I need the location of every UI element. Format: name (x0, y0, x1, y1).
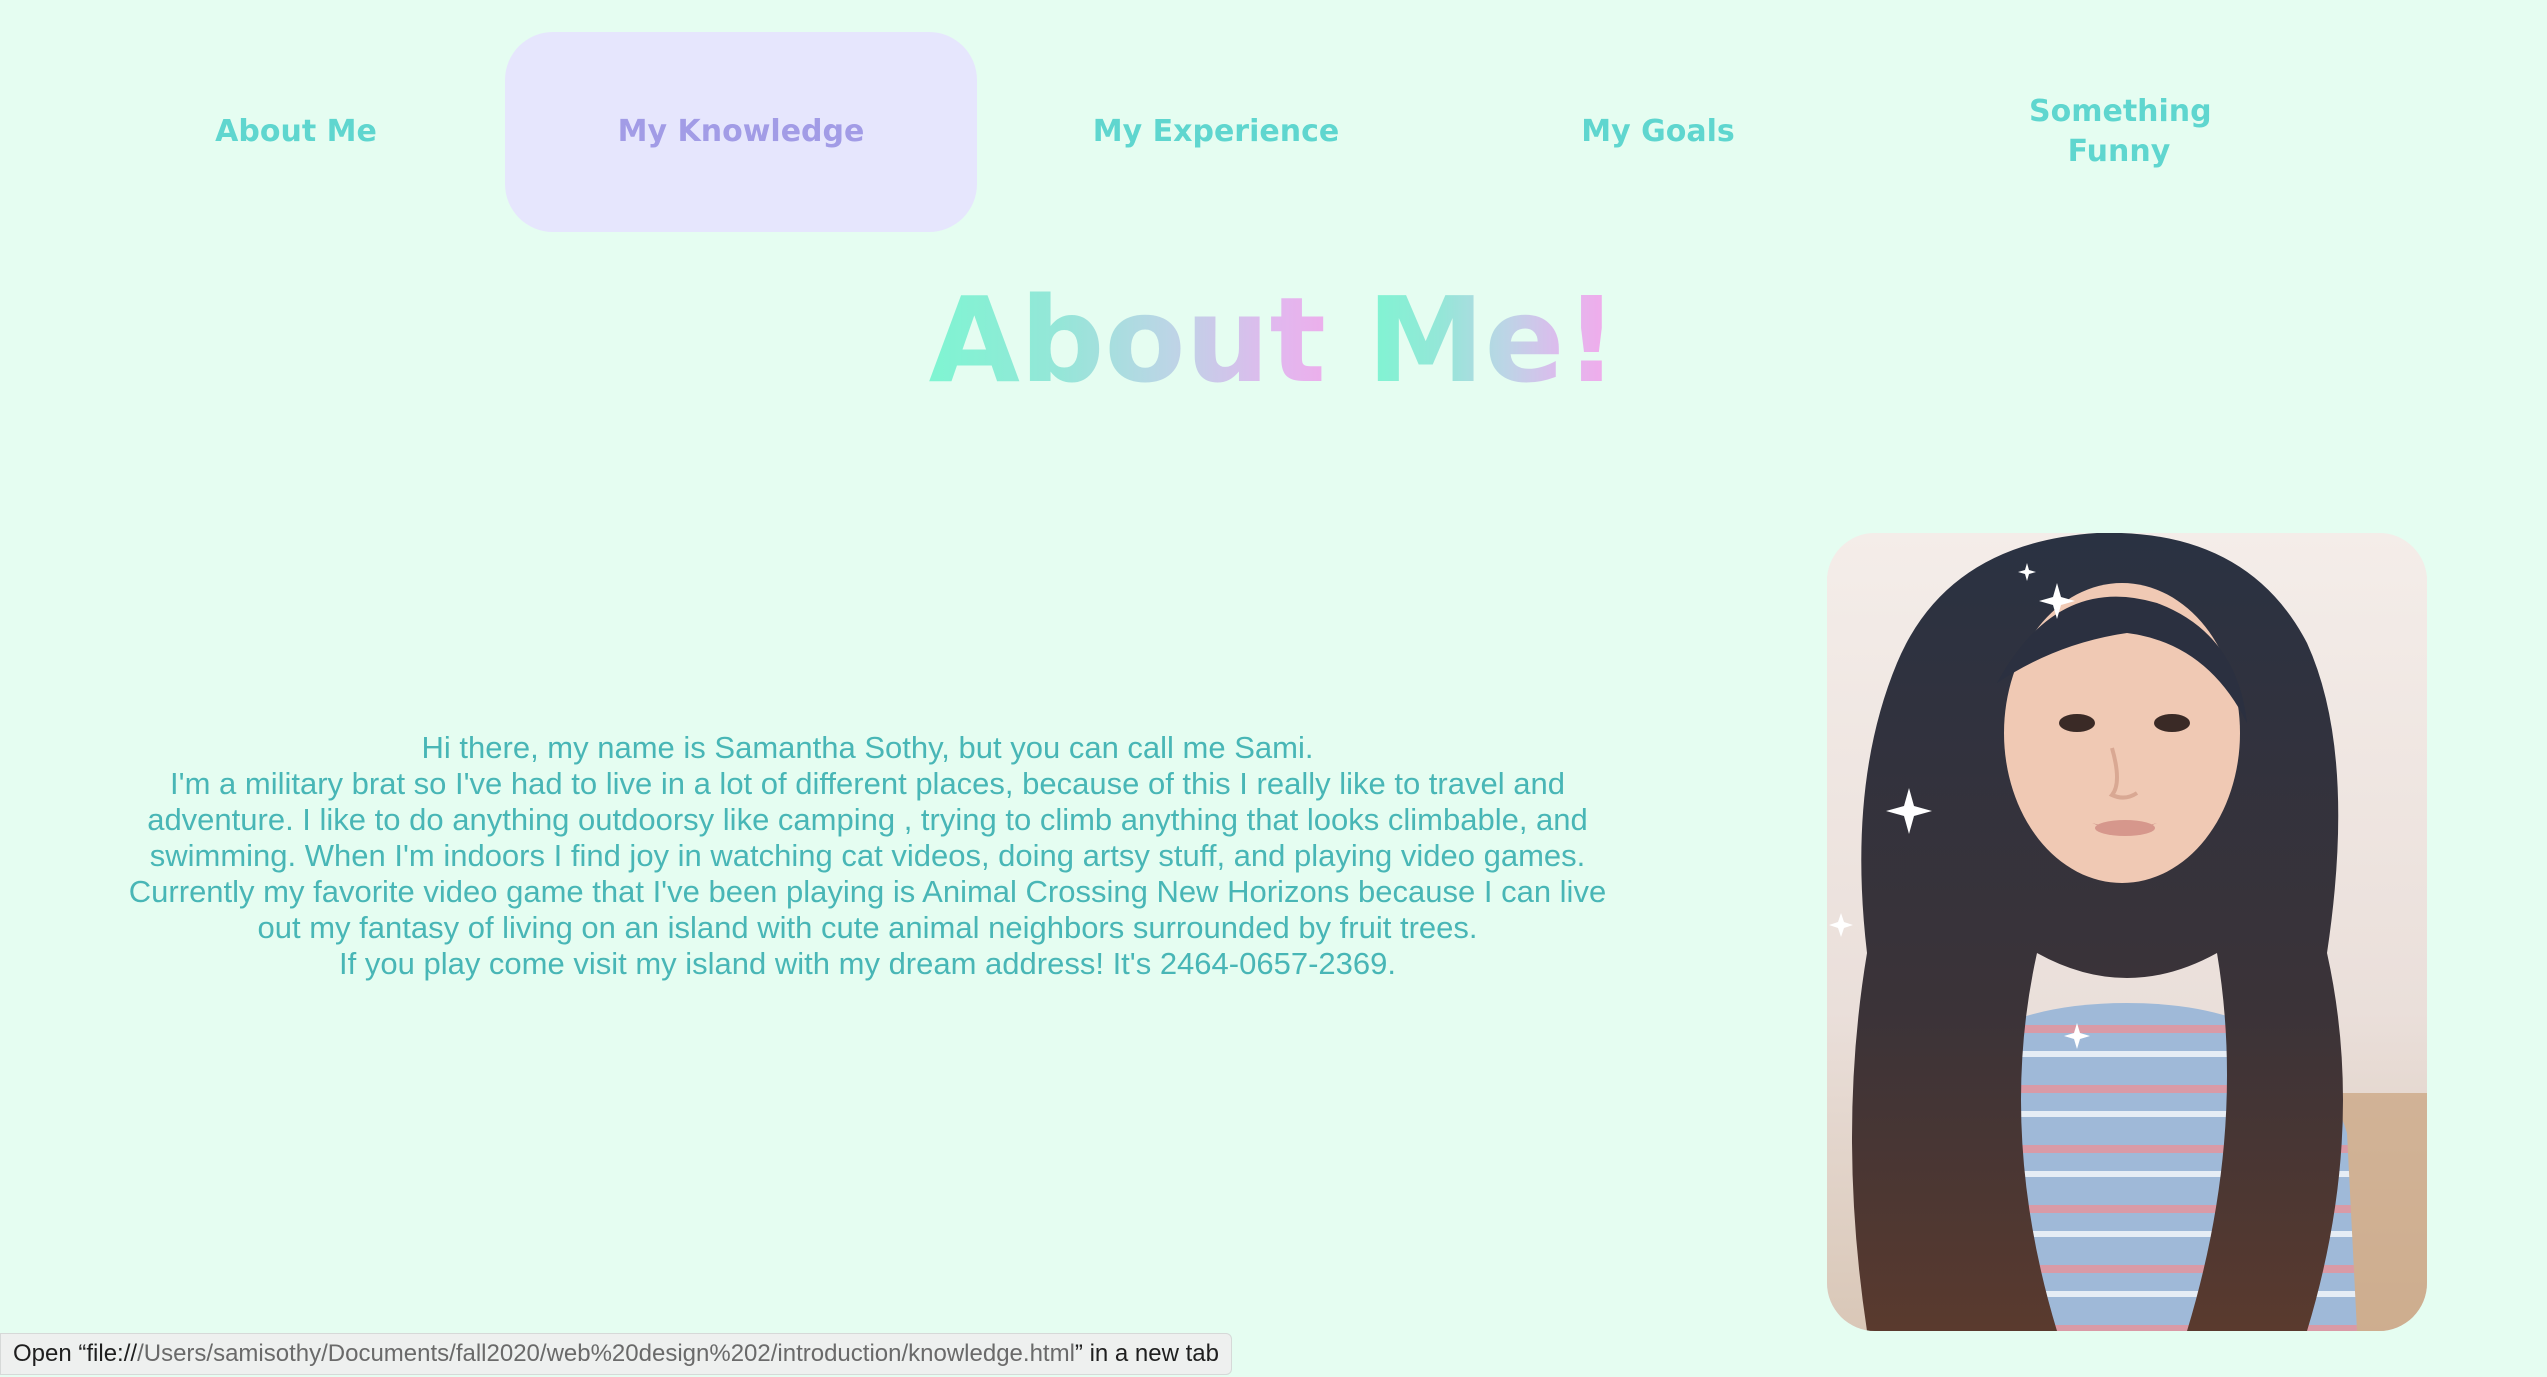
status-prefix: Open “file:// (13, 1340, 138, 1367)
page-title: About Me! (0, 265, 2547, 415)
nav-link-my-knowledge[interactable]: My Knowledge (505, 32, 977, 232)
bio-greeting: Hi there, my name is Samantha Sothy, but… (421, 730, 1314, 765)
nav-link-label: My Knowledge (617, 114, 865, 149)
nav-link-label: My Goals (1581, 114, 1735, 149)
bio-paragraph: I'm a military brat so I've had to live … (128, 766, 1607, 945)
main-nav: About Me My Knowledge My Experience My G… (0, 32, 2547, 232)
nav-link-label-line-2: Funny (2067, 134, 2171, 169)
bio-text: Hi there, my name is Samantha Sothy, but… (110, 730, 1625, 982)
page-title-part-1: About (928, 271, 1368, 409)
bio-island-address: If you play come visit my island with my… (339, 946, 1396, 981)
nav-link-my-goals[interactable]: My Goals (1422, 32, 1894, 232)
profile-photo (1827, 533, 2427, 1331)
page-title-part-2: Me! (1367, 271, 1619, 409)
nav-link-label-line-1: Something (2029, 94, 2212, 129)
status-suffix: ” in a new tab (1074, 1340, 1219, 1367)
nav-link-label: My Experience (1092, 114, 1340, 149)
nav-link-label: About Me (215, 114, 377, 149)
nav-link-about-me[interactable]: About Me (60, 32, 532, 232)
status-path: /Users/samisothy/Documents/fall2020/web%… (137, 1340, 1075, 1367)
nav-link-my-experience[interactable]: My Experience (980, 32, 1452, 232)
link-status-bar: Open “file:///Users/samisothy/Documents/… (0, 1333, 1232, 1375)
profile-photo-illustration (1827, 533, 2427, 1331)
nav-link-something-funny[interactable]: Something Funny (1883, 32, 2355, 232)
